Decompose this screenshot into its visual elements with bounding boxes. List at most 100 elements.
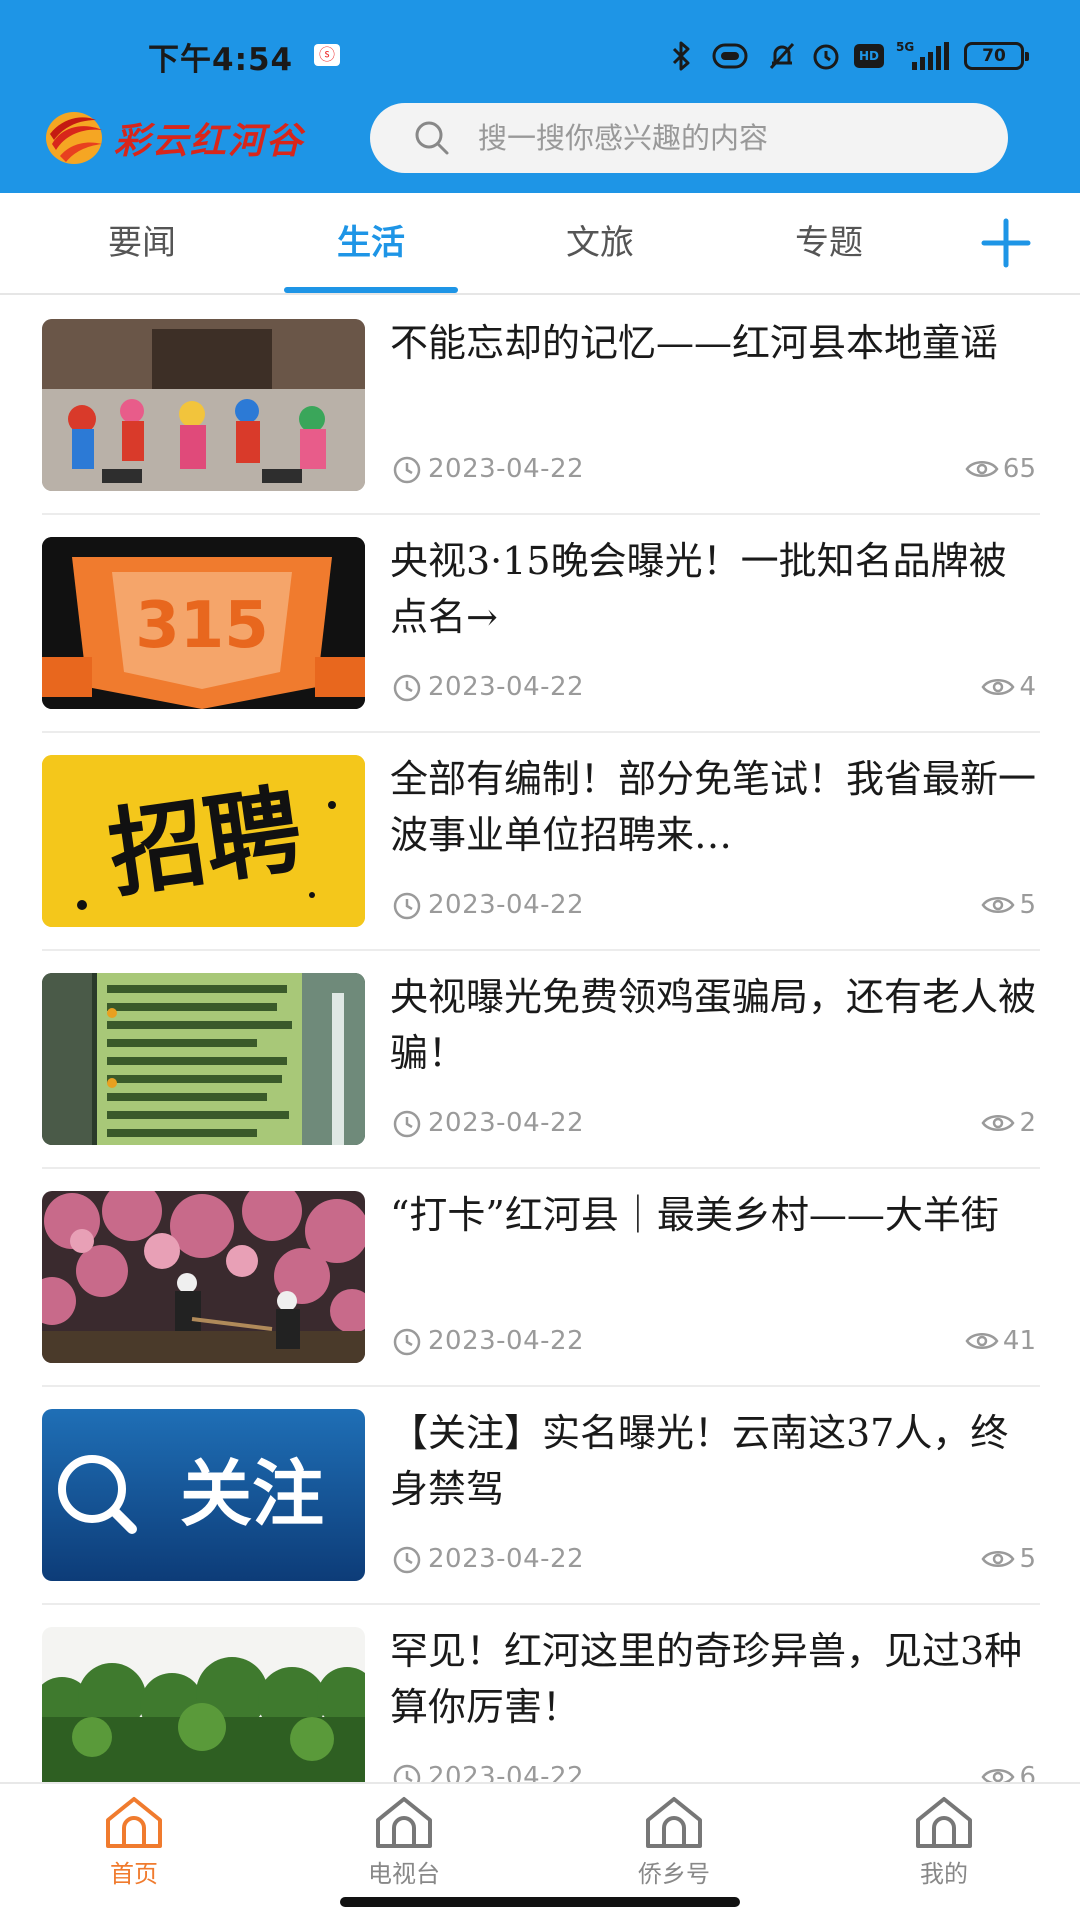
alarm-icon xyxy=(813,44,839,70)
clock-icon xyxy=(393,1764,421,1782)
profile-house-icon xyxy=(916,1797,972,1848)
article-item[interactable]: 关注 【关注】实名曝光！云南这37人，终身禁驾 2023-04-22 5 xyxy=(42,1387,1040,1605)
article-date: 2023-04-22 xyxy=(428,1108,585,1138)
add-tab-icon[interactable] xyxy=(978,215,1034,271)
article-date: 2023-04-22 xyxy=(428,1544,585,1574)
category-tabs: 要闻 生活 文旅 专题 xyxy=(0,193,1080,295)
article-title[interactable]: 【关注】实名曝光！云南这37人，终身禁驾 xyxy=(390,1405,1038,1517)
search-input[interactable] xyxy=(478,121,958,155)
eye-icon xyxy=(981,897,1015,913)
article-title[interactable]: 央视3·15晚会曝光！一批知名品牌被点名→ xyxy=(390,533,1038,645)
nav-tv[interactable]: 电视台 xyxy=(334,1794,474,1894)
nav-label: 电视台 xyxy=(368,1860,440,1888)
bluetooth-icon xyxy=(672,41,690,71)
view-count: 5 xyxy=(1019,1544,1036,1574)
article-meta: 2023-04-22 4 xyxy=(392,669,1038,705)
article-meta: 2023-04-22 6 xyxy=(392,1759,1038,1782)
scam-flyer-photo-icon xyxy=(42,973,365,1145)
article-item[interactable]: 招聘 全部有编制！部分免笔试！我省最新一波事业单位招聘来… 2023-04-22… xyxy=(42,733,1040,951)
tab-zhuanti[interactable]: 专题 xyxy=(739,193,919,293)
article-title[interactable]: 不能忘却的记忆——红河县本地童谣 xyxy=(390,315,1038,427)
attention-banner-icon: 关注 xyxy=(42,1409,365,1581)
article-title[interactable]: 央视曝光免费领鸡蛋骗局，还有老人被骗！ xyxy=(390,969,1038,1081)
clock-icon xyxy=(393,456,421,484)
eye-icon xyxy=(981,1551,1015,1567)
nav-hometown[interactable]: 侨乡号 xyxy=(604,1794,744,1894)
battery-icon: 70 xyxy=(964,42,1029,70)
article-feed[interactable]: 不能忘却的记忆——红河县本地童谣 2023-04-22 65 315 央视3·1… xyxy=(0,297,1080,1782)
search-icon xyxy=(415,121,449,155)
article-views: 41 xyxy=(965,1323,1036,1359)
article-title[interactable]: 罕见！红河这里的奇珍异兽，见过3种算你厉害！ xyxy=(390,1623,1038,1735)
home-indicator[interactable] xyxy=(340,1897,740,1907)
view-count: 5 xyxy=(1019,890,1036,920)
article-item[interactable]: “打卡”红河县｜最美乡村——大羊街 2023-04-22 41 xyxy=(42,1169,1040,1387)
clock-icon xyxy=(393,892,421,920)
logo-text: 彩云红河谷 xyxy=(114,120,305,162)
forest-photo-icon xyxy=(42,1627,365,1782)
status-time: 下午4:54 xyxy=(148,42,294,78)
article-meta: 2023-04-22 65 xyxy=(392,451,1038,487)
app-logo[interactable]: 彩云红河谷 xyxy=(44,108,344,168)
nav-home[interactable]: 首页 xyxy=(64,1794,204,1894)
nav-profile[interactable]: 我的 xyxy=(874,1794,1014,1894)
article-date: 2023-04-22 xyxy=(428,1326,585,1356)
status-bar: 下午4:54 ⓢ HD 5G 70 xyxy=(0,0,1080,95)
article-meta: 2023-04-22 5 xyxy=(392,1541,1038,1577)
article-views: 6 xyxy=(981,1759,1036,1782)
eye-icon xyxy=(981,1769,1015,1782)
eye-icon xyxy=(965,1333,999,1349)
app-header: 下午4:54 ⓢ HD 5G 70 彩云红河谷 xyxy=(0,0,1080,193)
signal-icon: 5G xyxy=(896,40,949,70)
view-count: 41 xyxy=(1002,1326,1036,1356)
clock-icon xyxy=(393,1546,421,1574)
article-title[interactable]: 全部有编制！部分免笔试！我省最新一波事业单位招聘来… xyxy=(390,751,1038,863)
recruitment-calligraphy-icon: 招聘 xyxy=(42,755,365,927)
article-date: 2023-04-22 xyxy=(428,890,585,920)
clock-icon xyxy=(393,674,421,702)
nav-label: 侨乡号 xyxy=(638,1860,710,1888)
view-count: 6 xyxy=(1019,1762,1036,1782)
tab-yaowen[interactable]: 要闻 xyxy=(52,193,232,293)
logo-mark-icon xyxy=(44,108,108,168)
article-date: 2023-04-22 xyxy=(428,454,585,484)
view-count: 65 xyxy=(1002,454,1036,484)
search-bar[interactable] xyxy=(370,103,1008,173)
eye-icon xyxy=(981,679,1015,695)
tab-wenlv[interactable]: 文旅 xyxy=(510,193,690,293)
nav-label: 首页 xyxy=(110,1860,158,1888)
article-views: 2 xyxy=(981,1105,1036,1141)
status-icons: HD 5G 70 xyxy=(668,36,1029,76)
thumb-text: 315 xyxy=(135,589,269,663)
notification-app-icon: ⓢ xyxy=(314,44,340,66)
vibrate-icon xyxy=(712,43,748,69)
eye-icon xyxy=(981,1115,1015,1131)
tv-house-icon xyxy=(376,1797,432,1848)
clock-icon xyxy=(393,1110,421,1138)
village-blossoms-photo-icon xyxy=(42,1191,365,1363)
hometown-house-icon xyxy=(646,1797,702,1848)
article-item[interactable]: 央视曝光免费领鸡蛋骗局，还有老人被骗！ 2023-04-22 2 xyxy=(42,951,1040,1169)
home-icon xyxy=(106,1797,162,1848)
mute-bell-icon xyxy=(769,42,795,70)
article-meta: 2023-04-22 2 xyxy=(392,1105,1038,1141)
nav-label: 我的 xyxy=(920,1860,968,1888)
article-meta: 2023-04-22 5 xyxy=(392,887,1038,923)
view-count: 4 xyxy=(1019,672,1036,702)
article-views: 5 xyxy=(981,1541,1036,1577)
article-views: 4 xyxy=(981,669,1036,705)
svg-text:5G: 5G xyxy=(896,40,914,54)
article-title[interactable]: “打卡”红河县｜最美乡村——大羊街 xyxy=(390,1187,1038,1299)
children-playing-photo-icon xyxy=(42,319,365,491)
article-date: 2023-04-22 xyxy=(428,672,585,702)
article-item[interactable]: 不能忘却的记忆——红河县本地童谣 2023-04-22 65 xyxy=(42,297,1040,515)
thumb-text: 关注 xyxy=(180,1452,324,1536)
article-date: 2023-04-22 xyxy=(428,1762,585,1782)
article-views: 5 xyxy=(981,887,1036,923)
tab-shenghuo[interactable]: 生活 xyxy=(281,193,461,293)
clock-icon xyxy=(393,1328,421,1356)
article-meta: 2023-04-22 41 xyxy=(392,1323,1038,1359)
article-item[interactable]: 罕见！红河这里的奇珍异兽，见过3种算你厉害！ 2023-04-22 6 xyxy=(42,1605,1040,1782)
article-item[interactable]: 315 央视3·15晚会曝光！一批知名品牌被点名→ 2023-04-22 4 xyxy=(42,515,1040,733)
315-shield-graphic-icon: 315 xyxy=(42,537,365,709)
